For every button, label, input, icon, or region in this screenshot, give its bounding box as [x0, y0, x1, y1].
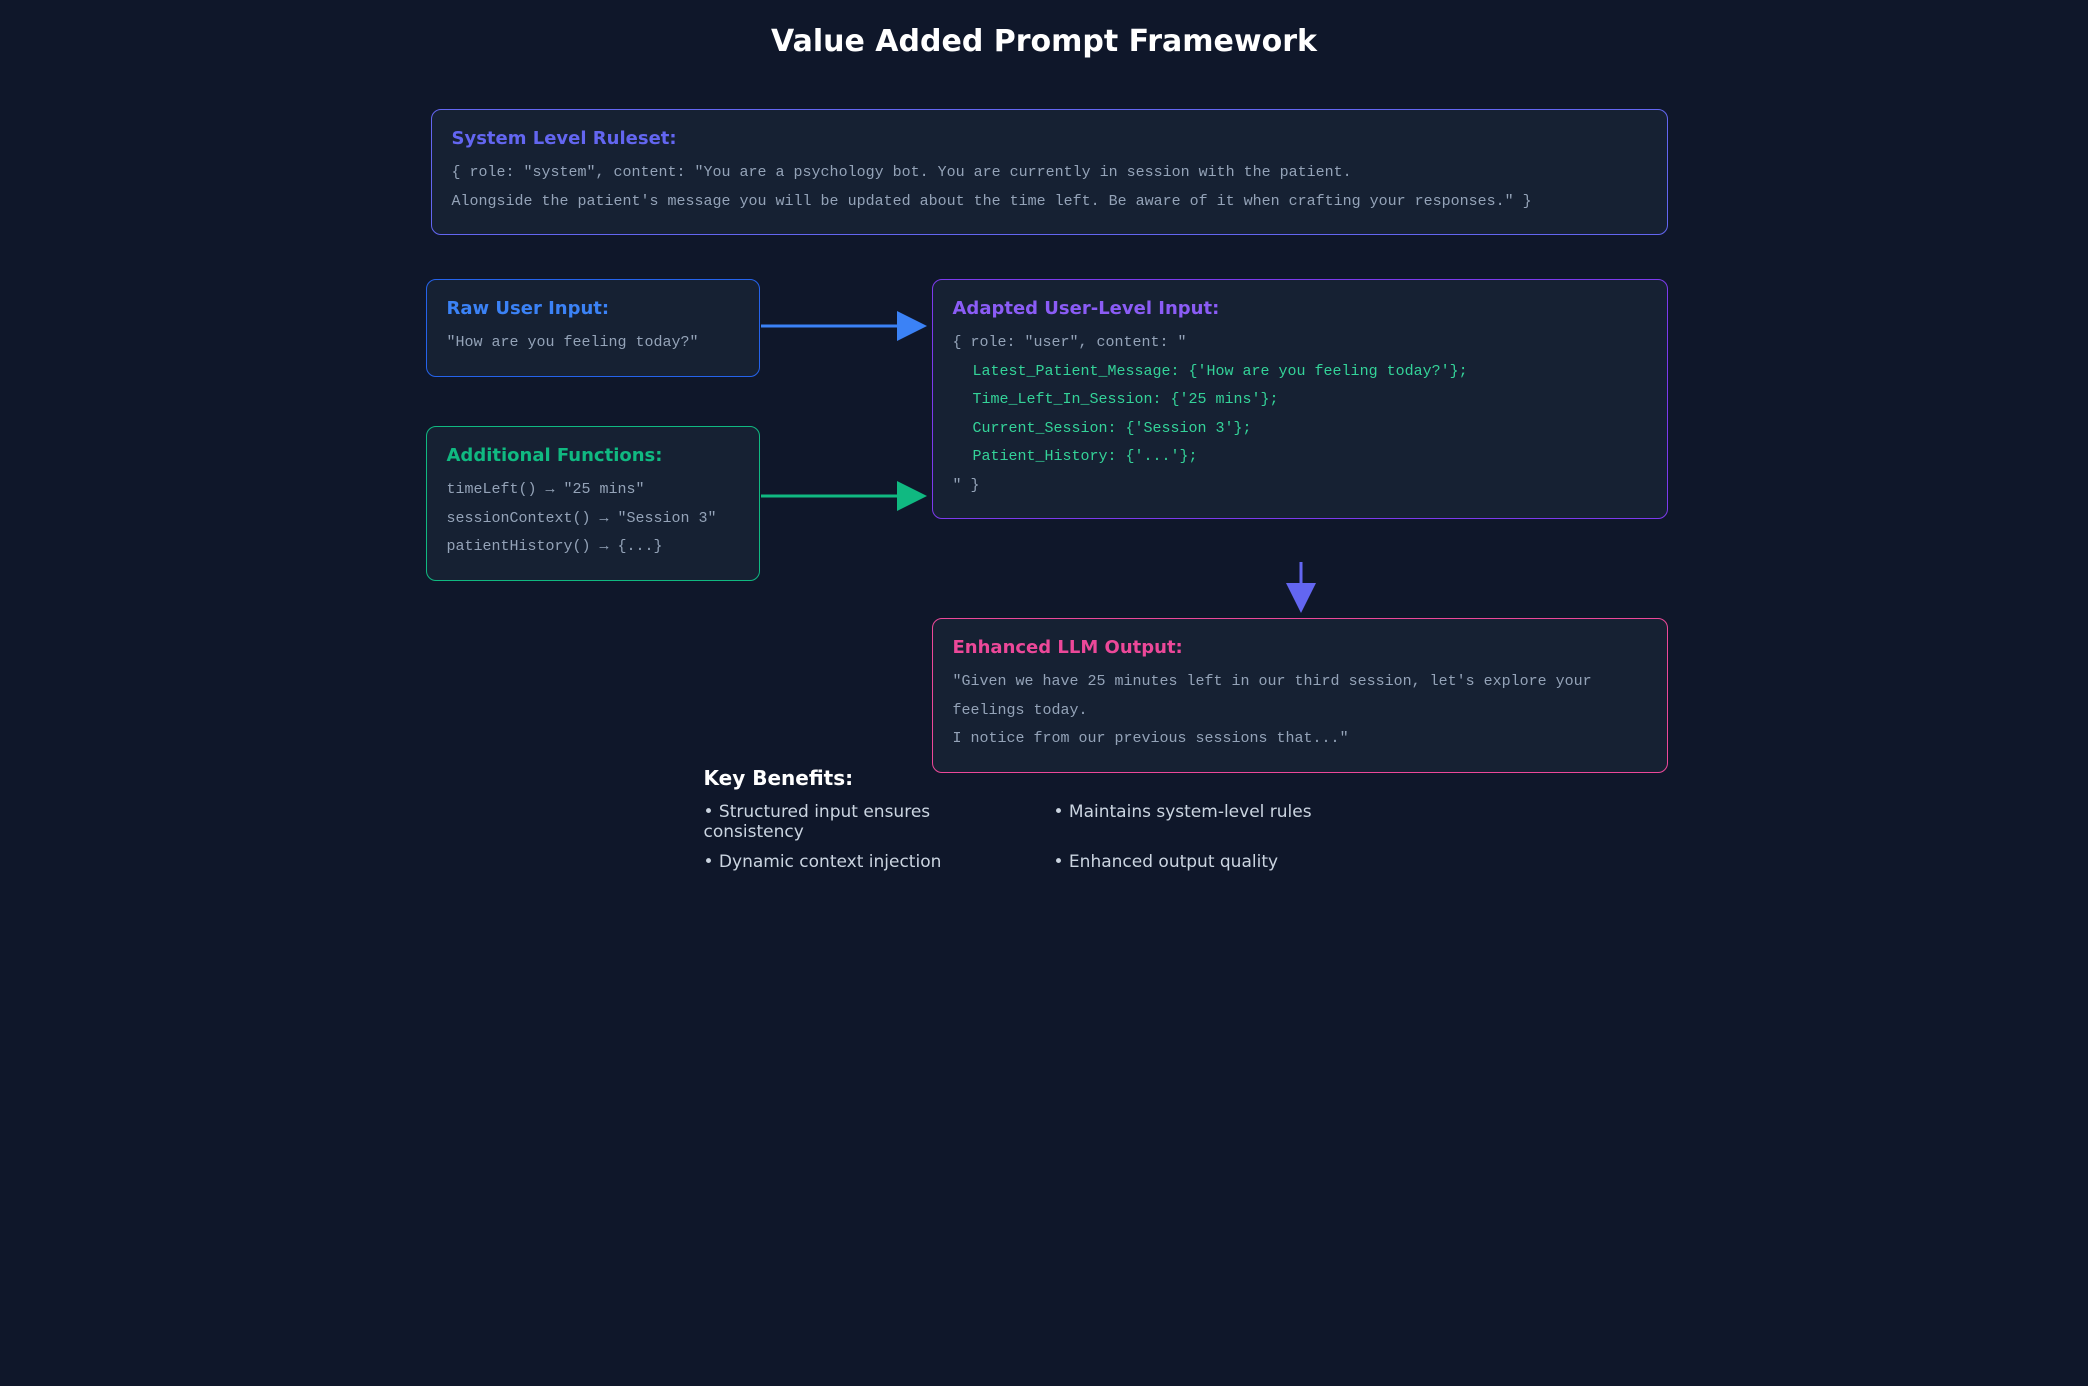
arrow-raw-to-adapted — [761, 316, 936, 336]
benefits-heading: Key Benefits: — [704, 766, 1663, 790]
benefit-item: • Structured input ensures consistency — [704, 802, 1034, 842]
system-ruleset-content: { role: "system", content: "You are a ps… — [452, 159, 1647, 216]
raw-input-content: "How are you feeling today?" — [447, 329, 739, 358]
system-ruleset-box: System Level Ruleset: { role: "system", … — [431, 109, 1668, 235]
functions-heading: Additional Functions: — [447, 445, 739, 466]
adapted-close: " } — [953, 472, 1647, 501]
benefits-section: Key Benefits: • Structured input ensures… — [704, 766, 1663, 872]
raw-input-box: Raw User Input: "How are you feeling tod… — [426, 279, 760, 377]
benefit-item: • Maintains system-level rules — [1054, 802, 1384, 842]
output-content: "Given we have 25 minutes left in our th… — [953, 668, 1647, 754]
adapted-field-3: Patient_History: {'...'}; — [953, 443, 1647, 472]
arrow-fn-to-adapted — [761, 486, 936, 506]
adapted-field-2: Current_Session: {'Session 3'}; — [953, 415, 1647, 444]
arrow-adapted-to-output — [1291, 562, 1311, 622]
benefit-item: • Dynamic context injection — [704, 852, 1034, 872]
functions-line-2: patientHistory() → {...} — [447, 533, 739, 562]
output-heading: Enhanced LLM Output: — [953, 637, 1647, 658]
adapted-input-box: Adapted User-Level Input: { role: "user"… — [932, 279, 1668, 519]
benefit-item: • Enhanced output quality — [1054, 852, 1384, 872]
system-ruleset-heading: System Level Ruleset: — [452, 128, 1647, 149]
functions-line-1: sessionContext() → "Session 3" — [447, 505, 739, 534]
adapted-field-0: Latest_Patient_Message: {'How are you fe… — [953, 358, 1647, 387]
adapted-field-1: Time_Left_In_Session: {'25 mins'}; — [953, 386, 1647, 415]
functions-box: Additional Functions: timeLeft() → "25 m… — [426, 426, 760, 581]
output-box: Enhanced LLM Output: "Given we have 25 m… — [932, 618, 1668, 773]
functions-line-0: timeLeft() → "25 mins" — [447, 476, 739, 505]
raw-input-heading: Raw User Input: — [447, 298, 739, 319]
page-title: Value Added Prompt Framework — [366, 24, 1723, 59]
adapted-open: { role: "user", content: " — [953, 329, 1647, 358]
adapted-input-heading: Adapted User-Level Input: — [953, 298, 1647, 319]
